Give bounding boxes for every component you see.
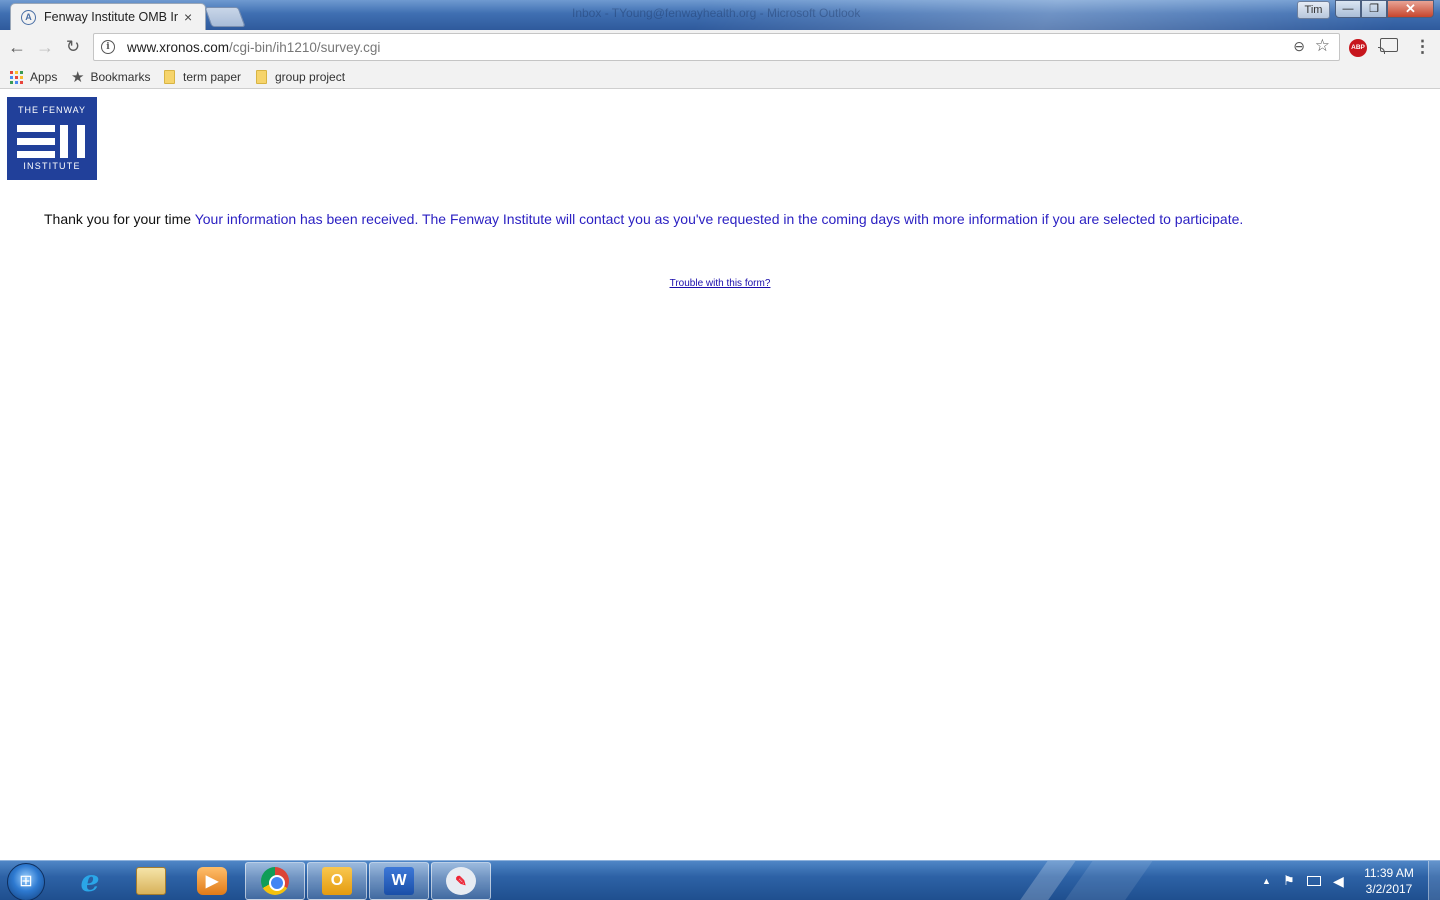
folder-icon (164, 70, 175, 84)
word-icon: W (384, 867, 414, 895)
apps-grid-dot (15, 70, 18, 74)
bookmark-folder-group-project[interactable]: group project (256, 68, 345, 86)
taskbar-paint[interactable]: ✎ (431, 862, 491, 900)
start-button[interactable]: ⊞ (7, 863, 45, 900)
network-icon[interactable] (1307, 876, 1321, 886)
maximize-button[interactable]: ❐ (1361, 0, 1387, 18)
zoom-icon[interactable]: ⊖ (1293, 38, 1305, 55)
bookmark-apps-label: Apps (30, 70, 58, 84)
cast-icon[interactable] (1378, 38, 1398, 54)
forward-button[interactable]: → (34, 36, 56, 58)
star-icon: ★ (71, 69, 85, 86)
chrome-icon (261, 867, 289, 895)
reload-button[interactable]: ↻ (62, 36, 84, 58)
site-info-icon[interactable]: i (101, 40, 115, 54)
apps-grid-dot (15, 75, 18, 79)
apps-grid-dot (10, 75, 13, 79)
minimize-button[interactable]: — (1335, 0, 1361, 18)
clock-time: 11:39 AM (1364, 866, 1414, 880)
adblock-plus-icon[interactable]: ABP (1349, 39, 1367, 57)
tab-close-icon[interactable]: × (184, 9, 192, 25)
tab-favicon-icon: A (21, 9, 36, 25)
logo-mark (17, 125, 55, 132)
close-window-button[interactable]: ✕ (1387, 0, 1434, 18)
logo-mark (17, 151, 55, 158)
bookmark-folder-term-paper[interactable]: term paper (164, 68, 241, 86)
bookmark-folder-label: term paper (183, 70, 242, 84)
logo-bottom-text: INSTITUTE (23, 161, 81, 171)
apps-grid-dot (20, 75, 23, 79)
address-bar[interactable]: i www.xronos.com/cgi-bin/ih1210/survey.c… (93, 33, 1340, 61)
confirmation-message: Thank you for your time Your information… (44, 211, 1414, 227)
windows-taskbar: ⊞ e ▶ O W ✎ ▲ ⚑ ◀ 11:39 AM 3/2/2017 (0, 860, 1440, 900)
logo-mark (77, 125, 85, 158)
url-host: www.xronos.com (127, 39, 230, 55)
trouble-with-form-link[interactable]: Trouble with this form? (670, 278, 771, 289)
apps-grid-dot (10, 80, 13, 84)
folder-icon (256, 70, 267, 84)
thank-you-text: Thank you for your time (44, 211, 192, 227)
bookmark-bookmarks[interactable]: ★ Bookmarks (71, 68, 150, 86)
logo-mark (60, 125, 68, 158)
bookmarks-bar: Apps ★ Bookmarks term paper group projec… (0, 64, 1440, 89)
logo-top-text: THE FENWAY (18, 105, 86, 115)
outlook-icon: O (322, 867, 352, 895)
taskbar-media-player[interactable]: ▶ (182, 862, 242, 900)
show-desktop-button[interactable] (1428, 861, 1440, 900)
taskbar-chrome[interactable] (245, 862, 305, 900)
logo-mark (17, 138, 55, 145)
bookmark-bookmarks-label: Bookmarks (90, 70, 151, 84)
apps-grid-dot (15, 80, 18, 84)
internet-explorer-icon: e (80, 863, 100, 899)
apps-grid-dot (20, 70, 23, 74)
url-path: /cgi-bin/ih1210/survey.cgi (229, 39, 381, 55)
volume-icon[interactable]: ◀ (1333, 861, 1344, 900)
chrome-menu-icon[interactable]: ⋮ (1414, 37, 1431, 57)
show-hidden-icons-button[interactable]: ▲ (1262, 861, 1271, 900)
paint-icon: ✎ (446, 867, 476, 895)
apps-grid-dot (20, 80, 23, 84)
taskbar-word[interactable]: W (369, 862, 429, 900)
taskbar-internet-explorer[interactable]: e (60, 862, 120, 900)
clock-date: 3/2/2017 (1365, 882, 1413, 896)
taskbar-windows-explorer[interactable] (121, 862, 181, 900)
folder-library-icon (136, 867, 166, 895)
bookmark-apps[interactable]: Apps (10, 68, 57, 86)
profile-button[interactable]: Tim (1297, 1, 1330, 19)
received-info-text: Your information has been received. The … (194, 211, 1244, 227)
window-titlebar: A Fenway Institute OMB Int × Inbox - TYo… (0, 0, 1440, 30)
bookmark-star-icon[interactable]: ☆ (1315, 36, 1330, 56)
back-button[interactable]: ← (6, 36, 28, 58)
apps-grid-icon (10, 70, 23, 84)
trouble-with-form-link-row: Trouble with this form? (0, 278, 1440, 289)
action-center-flag-icon[interactable]: ⚑ (1283, 861, 1295, 900)
fenway-institute-logo: THE FENWAY INSTITUTE (7, 97, 97, 180)
tab-title: Fenway Institute OMB Int (44, 10, 178, 24)
apps-grid-dot (10, 70, 13, 74)
tab-fenway-institute[interactable]: A Fenway Institute OMB Int × (10, 3, 206, 30)
new-tab-button[interactable] (204, 7, 246, 27)
browser-toolbar: ← → ↻ i www.xronos.com/cgi-bin/ih1210/su… (0, 30, 1440, 64)
taskbar-outlook[interactable]: O (307, 862, 367, 900)
background-window-title: Inbox - TYoung@fenwayhealth.org - Micros… (572, 6, 861, 20)
system-clock[interactable]: 11:39 AM 3/2/2017 (1350, 865, 1428, 897)
bookmark-folder-label: group project (275, 70, 346, 84)
media-player-icon: ▶ (197, 867, 227, 895)
